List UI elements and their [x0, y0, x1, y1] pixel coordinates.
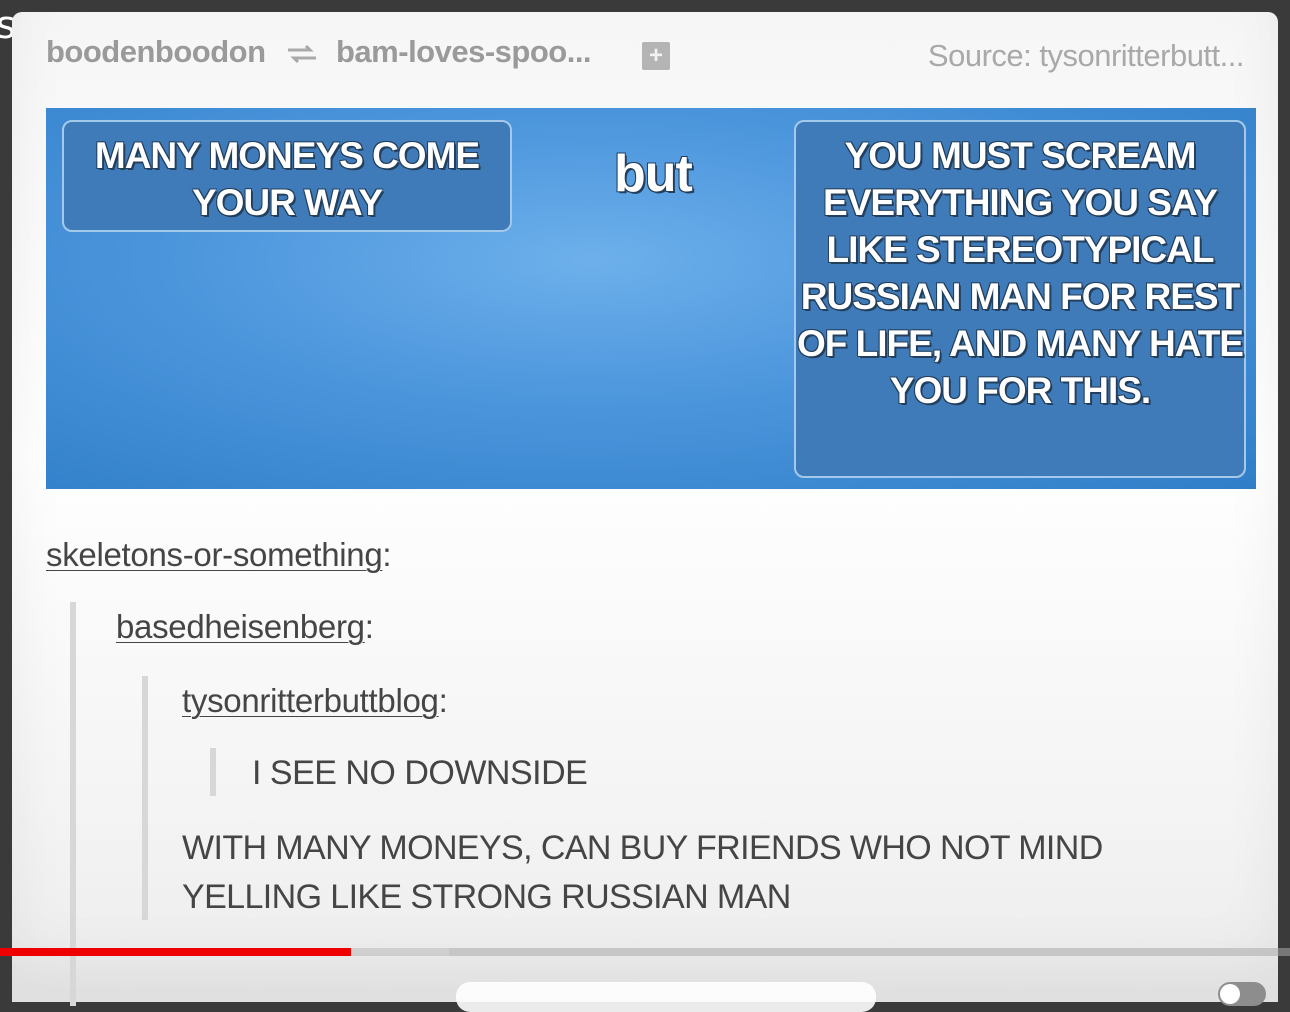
poster-username[interactable]: boodenboodon	[46, 34, 266, 70]
source-link[interactable]: Source: tysonritterbutt...	[928, 38, 1245, 74]
reblog-icon	[288, 44, 316, 64]
toggle-knob	[1220, 984, 1240, 1004]
reply-text: WITH MANY MONEYS, CAN BUY FRIENDS WHO NO…	[182, 829, 1103, 916]
username-link[interactable]: basedheisenberg	[116, 608, 365, 645]
quoted-text: I SEE NO DOWNSIDE	[252, 754, 588, 792]
reblogged-from-username[interactable]: bam-loves-spoo...	[336, 34, 592, 70]
colon: :	[382, 536, 392, 573]
meme-image: MANY MONEYS COME YOUR WAY but YOU MUST S…	[46, 108, 1256, 489]
meme-middle-text: but	[614, 145, 693, 203]
autoplay-toggle[interactable]	[1218, 982, 1266, 1006]
colon: :	[364, 608, 374, 645]
colon: :	[438, 682, 448, 719]
thread-user-2: basedheisenberg:	[116, 608, 374, 646]
tumblr-post-screenshot: boodenboodon bam-loves-spoo... + Source:…	[12, 12, 1278, 1006]
video-progress-bar[interactable]	[0, 948, 1290, 956]
thread-user-3: tysonritterbuttblog:	[182, 682, 448, 720]
chapter-title-pill[interactable]	[456, 982, 876, 1012]
thread-user-1: skeletons-or-something:	[46, 536, 392, 574]
post-header: boodenboodon bam-loves-spoo... + Source:…	[46, 34, 1245, 74]
meme-left-box: MANY MONEYS COME YOUR WAY	[62, 120, 512, 232]
quote-bar	[70, 602, 76, 1006]
played-bar	[0, 948, 351, 956]
meme-right-box: YOU MUST SCREAM EVERYTHING YOU SAY LIKE …	[794, 120, 1246, 478]
plus-icon[interactable]: +	[642, 42, 670, 70]
quote-bar	[210, 748, 216, 796]
username-link[interactable]: tysonritterbuttblog	[182, 682, 439, 719]
username-link[interactable]: skeletons-or-something	[46, 536, 383, 573]
quote-bar	[142, 676, 148, 920]
